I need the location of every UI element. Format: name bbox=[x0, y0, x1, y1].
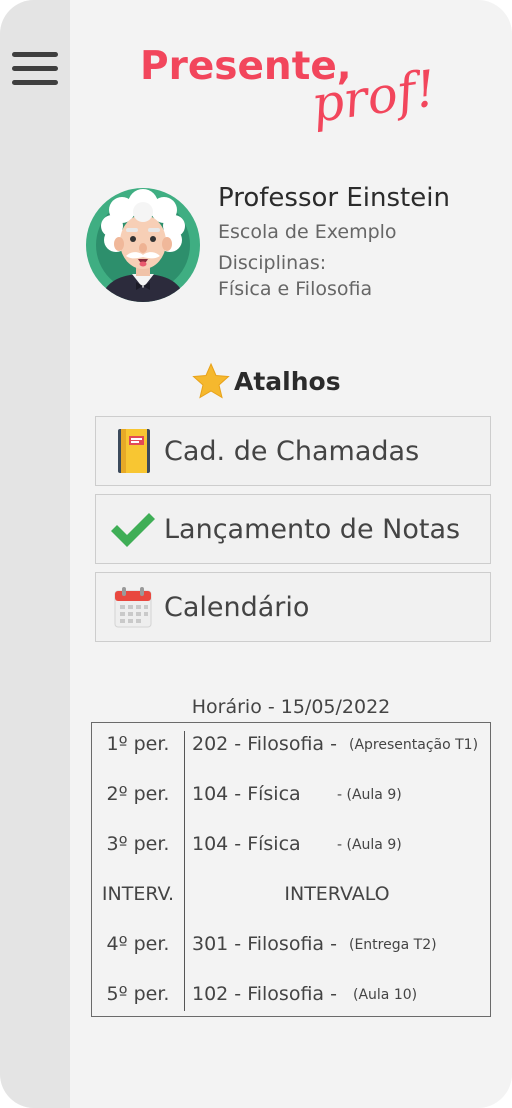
schedule-period: 4º per. bbox=[106, 933, 170, 955]
schedule-note: - (Aula 9) bbox=[337, 787, 402, 803]
schedule-row: 4º per. 301 - Filosofia - (Entrega T2) bbox=[92, 933, 490, 963]
schedule-class: 104 - Física bbox=[192, 833, 301, 855]
schedule-row: 3º per. 104 - Física - (Aula 9) bbox=[92, 833, 490, 863]
schedule-class: 104 - Física bbox=[192, 783, 301, 805]
professor-name: Professor Einstein bbox=[218, 183, 450, 213]
schedule-row-interval: INTERV. INTERVALO bbox=[92, 883, 490, 913]
schedule-period: 5º per. bbox=[106, 983, 170, 1005]
calendar-icon bbox=[104, 572, 162, 642]
disciplines-value: Física e Filosofia bbox=[218, 278, 373, 300]
shortcut-attendance-label: Cad. de Chamadas bbox=[164, 435, 420, 467]
schedule-row: 5º per. 102 - Filosofia - (Aula 10) bbox=[92, 983, 490, 1013]
schedule-note: (Entrega T2) bbox=[349, 937, 437, 953]
schedule-note: - (Aula 9) bbox=[337, 837, 402, 853]
schedule-title: Horário - 15/05/2022 bbox=[191, 696, 391, 718]
shortcuts-heading: Atalhos bbox=[192, 362, 341, 400]
schedule-row: 2º per. 104 - Física - (Aula 9) bbox=[92, 783, 490, 813]
shortcut-attendance-button[interactable]: Cad. de Chamadas bbox=[95, 416, 491, 486]
schedule-interval: INTERVALO bbox=[284, 883, 390, 905]
phone-screen: Presente, prof! Professor Einstein Escol… bbox=[0, 0, 512, 1108]
schedule-note: (Apresentação T1) bbox=[349, 737, 479, 753]
schedule-note: (Aula 10) bbox=[353, 987, 418, 1003]
schedule-period: 1º per. bbox=[106, 733, 170, 755]
star-icon bbox=[192, 362, 230, 399]
shortcut-calendar-label: Calendário bbox=[164, 591, 310, 623]
schedule-class: 301 - Filosofia - bbox=[192, 933, 337, 955]
schedule-divider bbox=[184, 731, 185, 1011]
school-name: Escola de Exemplo bbox=[218, 221, 397, 243]
schedule-class: 102 - Filosofia - bbox=[192, 983, 337, 1005]
side-rail bbox=[0, 0, 70, 1108]
shortcuts-title: Atalhos bbox=[234, 366, 341, 396]
shortcut-calendar-button[interactable]: Calendário bbox=[95, 572, 491, 642]
schedule-table: 1º per. 202 - Filosofia - (Apresentação … bbox=[91, 722, 491, 1017]
shortcut-grades-button[interactable]: Lançamento de Notas bbox=[95, 494, 491, 564]
notebook-icon bbox=[104, 416, 162, 486]
checkmark-icon bbox=[104, 494, 162, 564]
disciplines-label: Disciplinas: bbox=[218, 252, 327, 274]
shortcut-grades-label: Lançamento de Notas bbox=[164, 513, 461, 545]
einstein-avatar-icon bbox=[86, 188, 200, 302]
schedule-period: 3º per. bbox=[106, 833, 170, 855]
hamburger-menu-icon[interactable] bbox=[12, 50, 60, 88]
schedule-period: INTERV. bbox=[101, 883, 175, 905]
schedule-class: 202 - Filosofia - bbox=[192, 733, 337, 755]
schedule-row: 1º per. 202 - Filosofia - (Apresentação … bbox=[92, 733, 490, 763]
schedule-period: 2º per. bbox=[106, 783, 170, 805]
